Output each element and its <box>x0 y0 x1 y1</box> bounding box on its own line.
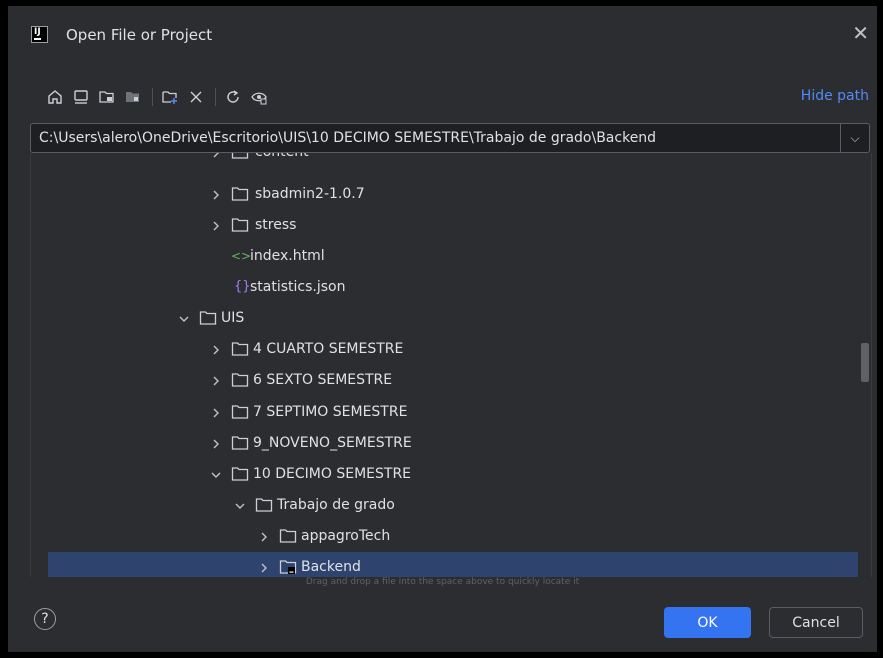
chevron-right-icon[interactable] <box>211 373 221 387</box>
desktop-icon[interactable] <box>70 86 92 108</box>
chevron-down-icon[interactable]: ⌵ <box>840 124 869 152</box>
module-folder-icon[interactable] <box>122 86 144 108</box>
show-hidden-icon[interactable] <box>248 86 270 108</box>
folder-icon <box>231 186 249 202</box>
folder-icon <box>231 435 249 451</box>
chevron-right-icon[interactable] <box>211 153 221 159</box>
new-folder-icon[interactable] <box>159 86 181 108</box>
close-icon[interactable]: ✕ <box>852 21 869 45</box>
hide-path-link[interactable]: Hide path <box>801 88 869 104</box>
tree-row[interactable]: content <box>31 153 871 168</box>
project-folder-icon[interactable] <box>96 86 118 108</box>
tree-row[interactable]: {} statistics.json <box>31 272 871 303</box>
tree-row-label: Trabajo de grado <box>277 497 395 513</box>
path-input[interactable] <box>31 124 839 152</box>
ok-button[interactable]: OK <box>664 607 751 638</box>
chevron-down-icon[interactable] <box>235 498 245 512</box>
dialog-title: Open File or Project <box>66 26 213 44</box>
folder-icon <box>199 310 217 326</box>
folder-icon <box>231 404 249 420</box>
tree-row[interactable]: UIS <box>31 303 871 334</box>
drag-drop-hint: Drag and drop a file into the space abov… <box>305 577 580 587</box>
tree-row-label: 10 DECIMO SEMESTRE <box>253 466 412 482</box>
tree-row-label: 4 CUARTO SEMESTRE <box>253 341 404 357</box>
path-field[interactable]: ⌵ <box>30 123 870 153</box>
chevron-right-icon[interactable] <box>211 342 221 356</box>
folder-icon <box>231 372 249 388</box>
tree-row[interactable]: 6 SEXTO SEMESTRE <box>31 365 871 396</box>
title-bar: IJ Open File or Project ✕ <box>8 6 877 62</box>
folder-icon <box>255 497 273 513</box>
tree-row-label: stress <box>255 217 297 233</box>
chevron-right-icon[interactable] <box>211 218 221 232</box>
chevron-right-icon[interactable] <box>259 560 269 574</box>
tree-row[interactable]: appagroTech <box>31 521 871 552</box>
tree-row[interactable]: 10 DECIMO SEMESTRE <box>31 459 871 490</box>
html-file-icon: <> <box>231 249 252 263</box>
home-icon[interactable] <box>44 86 66 108</box>
delete-icon[interactable] <box>185 86 207 108</box>
tree-row-label: UIS <box>221 310 245 326</box>
cancel-button[interactable]: Cancel <box>769 607 863 638</box>
tree-row[interactable]: sbadmin2-1.0.7 <box>31 179 871 210</box>
folder-icon <box>231 153 249 160</box>
tree-row[interactable]: 9_NOVENO_SEMESTRE <box>31 428 871 459</box>
tree-row-label: appagroTech <box>301 528 391 544</box>
file-tree[interactable]: content sbadmin2-1.0.7 stress <> index.h… <box>30 153 872 577</box>
chevron-right-icon[interactable] <box>211 405 221 419</box>
chevron-right-icon[interactable] <box>211 187 221 201</box>
folder-icon <box>231 341 249 357</box>
toolbar <box>44 86 274 108</box>
project-folder-icon <box>279 559 297 575</box>
tree-row[interactable]: <> index.html <box>31 241 871 272</box>
tree-row[interactable]: 7 SEPTIMO SEMESTRE <box>31 397 871 428</box>
tree-row-label: content <box>255 153 309 160</box>
tree-row-selected[interactable]: Backend <box>48 552 858 577</box>
toolbar-separator <box>152 88 153 106</box>
open-file-dialog: IJ Open File or Project ✕ Hide path C:\U… <box>8 6 877 652</box>
refresh-icon[interactable] <box>222 86 244 108</box>
tree-row[interactable]: 4 CUARTO SEMESTRE <box>31 334 871 365</box>
help-icon[interactable]: ? <box>34 608 56 630</box>
chevron-right-icon[interactable] <box>259 529 269 543</box>
tree-row[interactable]: stress <box>31 210 871 241</box>
chevron-down-icon[interactable] <box>179 311 189 325</box>
tree-row-label: 6 SEXTO SEMESTRE <box>253 372 393 388</box>
intellij-logo-icon: IJ <box>31 26 48 43</box>
tree-row-label: 9_NOVENO_SEMESTRE <box>253 435 412 451</box>
tree-row-label: index.html <box>250 248 325 264</box>
chevron-down-icon[interactable] <box>211 467 221 481</box>
tree-row-label: sbadmin2-1.0.7 <box>255 186 365 202</box>
toolbar-separator <box>215 88 216 106</box>
tree-row[interactable]: Trabajo de grado <box>31 490 871 521</box>
folder-icon <box>279 528 297 544</box>
chevron-right-icon[interactable] <box>211 436 221 450</box>
tree-scrollbar[interactable] <box>861 343 869 382</box>
folder-icon <box>231 217 249 233</box>
tree-row-label: 7 SEPTIMO SEMESTRE <box>253 404 408 420</box>
tree-row-label: Backend <box>301 559 361 575</box>
tree-row-label: statistics.json <box>250 279 346 295</box>
folder-icon <box>231 466 249 482</box>
